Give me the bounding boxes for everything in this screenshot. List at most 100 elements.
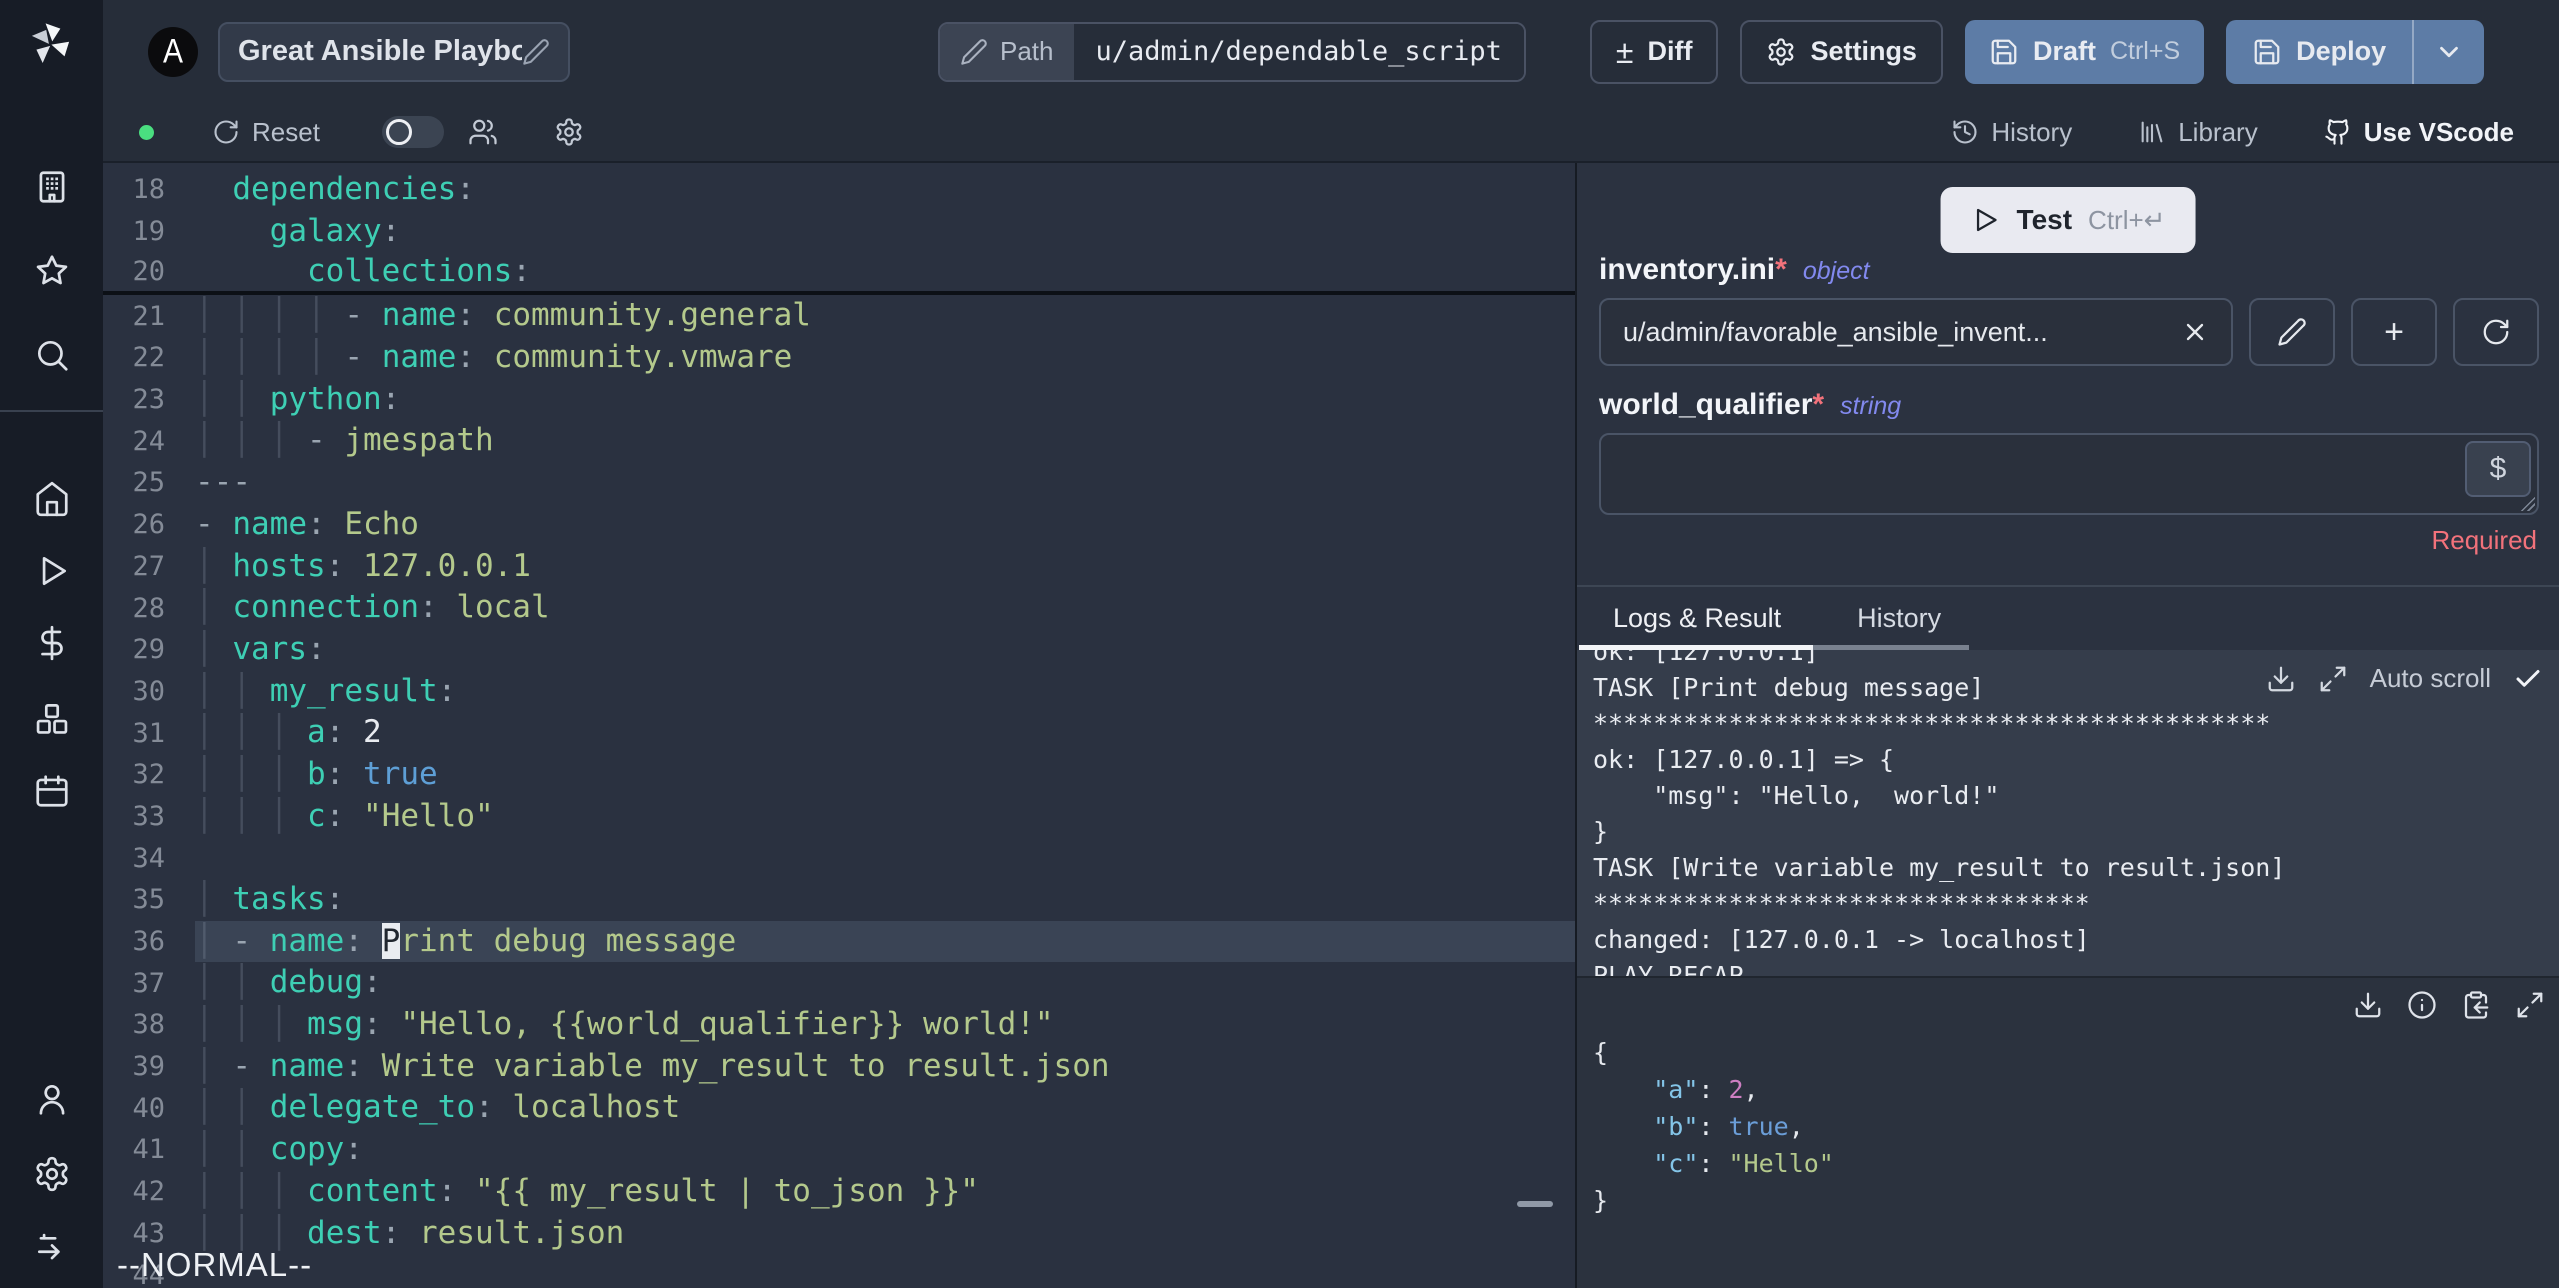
required-asterisk: *	[1775, 253, 1787, 286]
code-line-35[interactable]: 35 │ tasks:	[103, 879, 1575, 921]
inventory-input[interactable]: u/admin/favorable_ansible_invent...	[1599, 298, 2233, 366]
search-icon[interactable]	[33, 336, 71, 374]
code-editor[interactable]: 18 dependencies: 19 galaxy: 20 collections…	[103, 163, 1575, 1288]
test-label: Test	[2016, 204, 2073, 235]
code-line-26[interactable]: 26- name: Echo	[103, 504, 1575, 546]
expand-icon[interactable]	[2515, 990, 2545, 1020]
code-line-42[interactable]: 42 │ │ │ content: "{{ my_result | to_json…	[103, 1171, 1575, 1213]
play-icon	[1976, 208, 1997, 232]
edit-title-pencil-icon[interactable]	[522, 38, 550, 66]
result-json-line: {	[1593, 1038, 1609, 1067]
clear-icon[interactable]	[2181, 318, 2209, 346]
code-line-30[interactable]: 30 │ │ my_result:	[103, 671, 1575, 713]
code-line-43[interactable]: 43 │ │ │ dest: result.json	[103, 1213, 1575, 1255]
editor-settings-button[interactable]	[554, 117, 584, 147]
result-json-line: "b": true,	[1653, 1112, 1804, 1141]
diff-button[interactable]: ± Diff	[1589, 19, 1719, 84]
history-label: History	[1991, 116, 2073, 147]
code-line-21[interactable]: 21 │ │ │ │ - name: community.general	[103, 295, 1575, 337]
path-value[interactable]: u/admin/dependable_script	[1073, 23, 1524, 80]
library-button[interactable]: Library	[2138, 116, 2258, 148]
edit-resource-button[interactable]	[2249, 298, 2335, 366]
script-title-box[interactable]: Great Ansible Playbook	[218, 21, 570, 82]
code-line-28[interactable]: 28 │ connection: local	[103, 587, 1575, 629]
world-qualifier-label: world_qualifier	[1599, 388, 1813, 421]
log-line: ****************************************…	[1593, 709, 2271, 738]
code-line-19[interactable]: 19 galaxy:	[103, 211, 1575, 253]
code-line-31[interactable]: 31 │ │ │ a: 2	[103, 712, 1575, 754]
user-icon[interactable]	[33, 1080, 71, 1118]
path-box[interactable]: Path u/admin/dependable_script	[938, 21, 1526, 82]
run-panel: Test Ctrl+↵ inventory.ini* object u/admin…	[1575, 163, 2559, 1288]
add-resource-button[interactable]: +	[2351, 298, 2437, 366]
code-line-25[interactable]: 25 ---	[103, 462, 1575, 504]
insert-variable-button[interactable]: $	[2465, 441, 2531, 497]
code-line-39[interactable]: 39 │ - name: Write variable my_result to …	[103, 1046, 1575, 1088]
code-line-34[interactable]: 34	[103, 837, 1575, 879]
code-line-29[interactable]: 29 │ vars:	[103, 629, 1575, 671]
code-line-23[interactable]: 23 │ │ python:	[103, 379, 1575, 421]
test-button[interactable]: Test Ctrl+↵	[1940, 187, 2196, 253]
toggle-switch[interactable]	[381, 116, 444, 148]
reset-label: Reset	[252, 116, 320, 147]
code-line-44[interactable]: 44	[103, 1254, 1575, 1288]
copy-clipboard-icon[interactable]	[2461, 990, 2491, 1020]
gear-icon[interactable]	[33, 1155, 71, 1193]
dollar-icon: $	[2489, 452, 2507, 485]
code-line-40[interactable]: 40 │ │ delegate_to: localhost	[103, 1087, 1575, 1129]
cubes-icon[interactable]	[33, 700, 71, 738]
main-area: A Great Ansible Playbook Path u/admin/de…	[103, 0, 2559, 1288]
code-line-24[interactable]: 24 │ │ │ - jmespath	[103, 420, 1575, 462]
play-icon[interactable]	[33, 552, 71, 590]
tab-logs-result[interactable]: Logs & Result	[1613, 603, 1781, 634]
result-json-line: "a": 2,	[1653, 1075, 1759, 1104]
log-line: PLAY RECAP	[1593, 961, 1744, 976]
pencil-icon	[2278, 318, 2306, 346]
home-icon[interactable]	[33, 480, 71, 518]
log-output[interactable]: ok: [127.0.0.1] TASK [Print debug message…	[1577, 650, 2559, 976]
calendar-icon[interactable]	[33, 772, 71, 810]
use-vscode-button[interactable]: Use VScode	[2324, 117, 2514, 148]
code-line-32[interactable]: 32 │ │ │ b: true	[103, 754, 1575, 796]
code-line-20[interactable]: 20 collections:	[103, 252, 1575, 296]
save-icon	[2254, 39, 2280, 64]
code-line-37[interactable]: 37 │ │ debug:	[103, 962, 1575, 1004]
download-icon[interactable]	[2266, 664, 2296, 694]
field-label-inventory: inventory.ini* object	[1599, 253, 1870, 287]
world-qualifier-input[interactable]: $	[1599, 433, 2539, 515]
panel-resize-handle[interactable]	[1517, 1201, 1553, 1207]
windmill-logo-icon[interactable]	[26, 18, 76, 68]
expand-icon[interactable]	[2318, 664, 2348, 694]
vim-mode-indicator: --NORMAL--	[117, 1246, 313, 1283]
logout-icon[interactable]	[33, 1228, 71, 1266]
code-line-36[interactable]: 36 │ - name: Print debug message	[103, 920, 1575, 963]
code-line-22[interactable]: 22 │ │ │ │ - name: community.vmware	[103, 337, 1575, 379]
star-icon[interactable]	[33, 252, 71, 290]
code-line-27[interactable]: 27 │ hosts: 127.0.0.1	[103, 546, 1575, 588]
download-icon[interactable]	[2353, 990, 2383, 1020]
collaborators-button[interactable]	[468, 117, 498, 147]
code-line-18[interactable]: 18 dependencies:	[103, 169, 1575, 211]
library-label: Library	[2178, 116, 2258, 147]
result-json-line: }	[1593, 1186, 1609, 1215]
code-line-41[interactable]: 41 │ │ copy:	[103, 1129, 1575, 1171]
code-line-38[interactable]: 38 │ │ │ msg: "Hello, {{world_qualifier}}…	[103, 1004, 1575, 1046]
result-json[interactable]: { "a": 2, "b": true, "c": "Hello"}	[1593, 1034, 2559, 1219]
refresh-resource-button[interactable]	[2453, 298, 2539, 366]
dollar-icon[interactable]	[33, 624, 71, 662]
building-icon[interactable]	[33, 168, 71, 206]
settings-button[interactable]: Settings	[1740, 19, 1943, 84]
history-button[interactable]: History	[1951, 117, 2072, 148]
resize-grip-icon[interactable]	[2519, 495, 2535, 511]
result-panel: { "a": 2, "b": true, "c": "Hello"}	[1577, 976, 2559, 1288]
deploy-button[interactable]: Deploy	[2226, 19, 2413, 84]
save-icon	[1991, 39, 2017, 64]
reset-button[interactable]: Reset	[212, 117, 320, 148]
tab-history[interactable]: History	[1857, 603, 1941, 634]
info-icon[interactable]	[2407, 990, 2437, 1020]
deploy-dropdown-button[interactable]	[2412, 19, 2485, 84]
check-icon[interactable]	[2513, 664, 2543, 694]
toggle-knob	[385, 119, 412, 145]
code-line-33[interactable]: 33 │ │ │ c: "Hello"	[103, 796, 1575, 838]
draft-button[interactable]: Draft Ctrl+S	[1964, 19, 2205, 84]
